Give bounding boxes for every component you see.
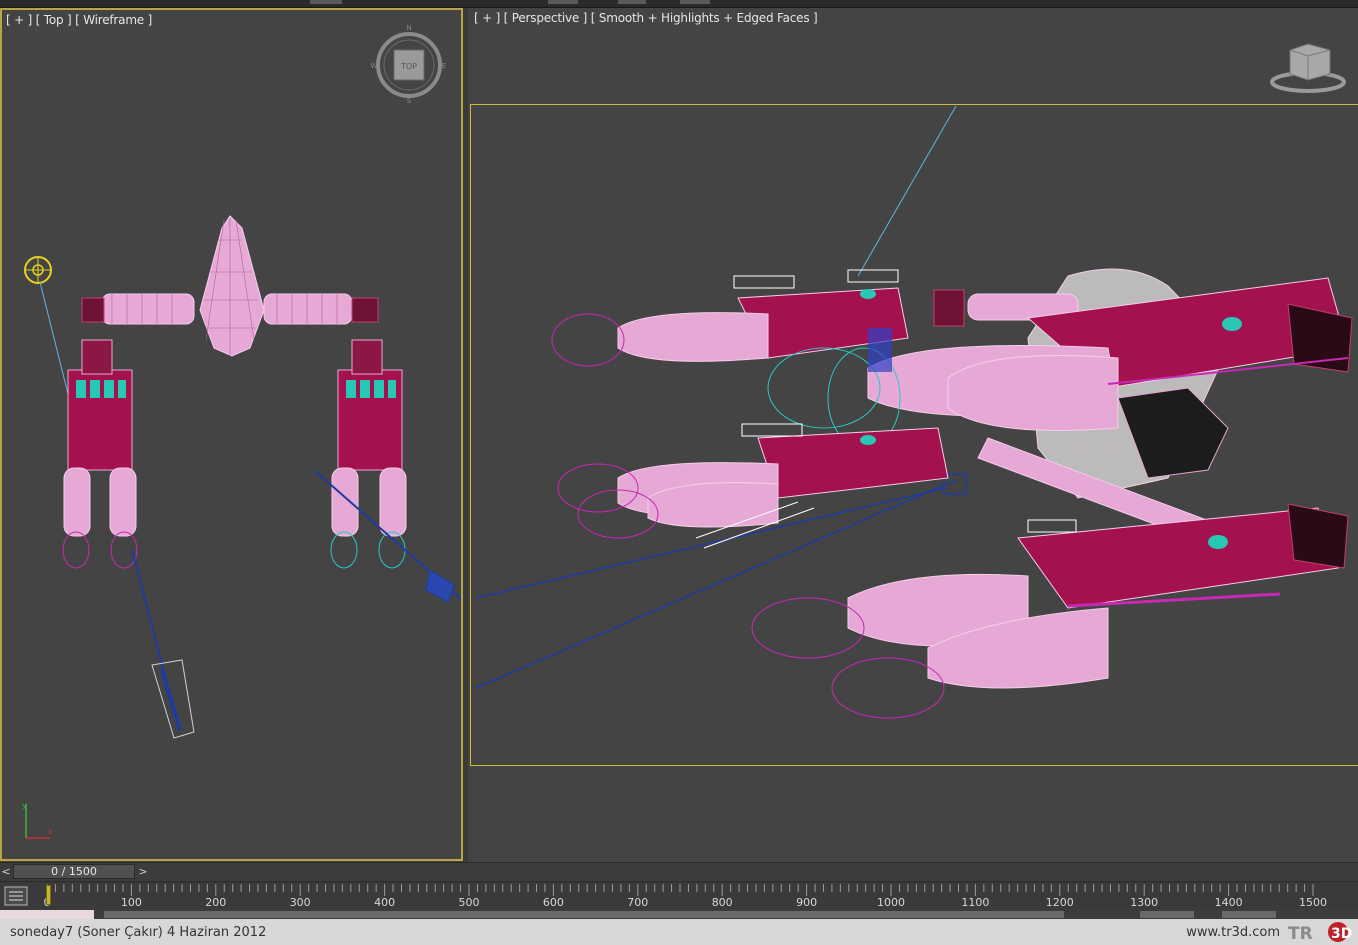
time-slider[interactable]: < 0 / 1500 > (0, 862, 1358, 881)
ruler-tick-label: 200 (205, 896, 227, 909)
svg-text:3D: 3D (1331, 926, 1352, 942)
svg-text:E: E (442, 62, 446, 70)
ruler-tick-label: 300 (289, 896, 311, 909)
ruler-tick-label: 1400 (1214, 896, 1243, 909)
axis-tripod-icon: y x (22, 801, 53, 839)
footer-credit: soneday7 (Soner Çakır) 4 Haziran 2012 (10, 925, 267, 940)
ruler-tick-label: 1500 (1299, 896, 1327, 909)
top-viewport[interactable]: [ + ] [ Top ] [ Wireframe ] TOP N S W E (0, 8, 463, 861)
viewcube-icon[interactable] (1270, 43, 1346, 93)
viewcube-face-label: TOP (400, 62, 417, 71)
ruler-tick-label: 100 (120, 896, 142, 909)
svg-text:N: N (406, 24, 411, 32)
main-toolbar-strip (0, 0, 1358, 8)
tr3d-logo: TR 3D (1288, 922, 1352, 943)
svg-text:S: S (407, 97, 412, 105)
ruler-tick-label: 400 (374, 896, 396, 909)
track-bar[interactable]: 0100200300400500600700800900100011001200… (0, 881, 1358, 910)
viewcube-icon[interactable]: TOP N S W E (371, 24, 447, 105)
spaceship-top-wireframe[interactable] (62, 215, 407, 569)
light-target-line (857, 105, 957, 277)
top-viewport-scene: TOP N S W E y x (22, 24, 461, 839)
curve-editor-icon[interactable] (4, 886, 28, 906)
track-bar-ruler[interactable] (44, 882, 1314, 910)
svg-text:W: W (371, 62, 378, 70)
ruler-tick-label: 600 (542, 896, 564, 909)
ruler-tick-label: 700 (627, 896, 649, 909)
ruler-tick-label: 500 (458, 896, 480, 909)
svg-text:x: x (48, 827, 53, 836)
ruler-tick-label: 1000 (877, 896, 905, 909)
status-strip (0, 909, 1358, 919)
time-slider-thumb[interactable]: 0 / 1500 (13, 864, 135, 879)
svg-text:y: y (22, 801, 27, 810)
ruler-tick-label: 1100 (961, 896, 990, 909)
svg-text:TR: TR (1288, 924, 1313, 943)
maxscript-listener[interactable] (0, 910, 94, 919)
ruler-tick-label: 1300 (1130, 896, 1159, 909)
current-frame-marker[interactable] (46, 885, 51, 905)
footer-site-link[interactable]: www.tr3d.com (1186, 925, 1280, 940)
footer: soneday7 (Soner Çakır) 4 Haziran 2012 ww… (0, 919, 1358, 945)
ruler-tick-label: 900 (796, 896, 818, 909)
ruler-tick-label: 1200 (1045, 896, 1074, 909)
perspective-viewport-scene (475, 43, 1353, 719)
camera-icon[interactable] (131, 469, 461, 739)
time-slider-next-button[interactable]: > (137, 864, 149, 879)
light-icon[interactable] (24, 256, 73, 411)
time-slider-prev-button[interactable]: < (0, 864, 12, 879)
perspective-viewport[interactable]: [ + ] [ Perspective ] [ Smooth + Highlig… (468, 8, 1358, 861)
ruler-tick-label: 800 (711, 896, 733, 909)
